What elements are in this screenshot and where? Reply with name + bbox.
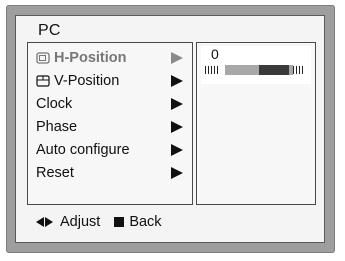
menu-item-phase[interactable]: Phase [30, 116, 190, 138]
h-position-slider[interactable] [205, 64, 309, 76]
menu-item-label: Reset [36, 165, 74, 181]
menu-item-clock[interactable]: Clock [30, 93, 190, 115]
arrow-left-icon [36, 217, 44, 227]
menu-item-label: H-Position [54, 50, 127, 66]
back-hint: Back [129, 214, 162, 230]
value-panel: 0 [196, 42, 316, 205]
menu-item-label: Clock [36, 96, 73, 112]
h-position-icon [36, 52, 50, 64]
adjust-hint: Adjust [60, 214, 101, 230]
h-position-value-box: 0 [201, 46, 311, 84]
osd-window: PC H-Position V-Position Clock Phase Aut… [15, 15, 325, 243]
menu-panel: H-Position V-Position Clock Phase Auto c… [27, 42, 193, 205]
menu-item-auto-configure[interactable]: Auto configure [30, 139, 190, 161]
button-hint-bar: Adjust Back [36, 214, 162, 230]
menu-item-label: Phase [36, 119, 78, 135]
h-position-value: 0 [211, 46, 219, 62]
arrow-right-icon [45, 217, 53, 227]
slider-track [225, 65, 293, 75]
slider-fill [259, 65, 289, 75]
menu-title: PC [38, 22, 61, 39]
menu-item-h-position[interactable]: H-Position [30, 47, 190, 69]
menu-item-label: V-Position [54, 73, 120, 89]
slider-ticks-right [293, 66, 303, 74]
v-position-icon [36, 75, 50, 87]
chevron-right-icon [171, 52, 183, 64]
chevron-right-icon [171, 121, 183, 133]
menu-item-label: Auto configure [36, 142, 130, 158]
square-stop-icon [114, 217, 125, 227]
chevron-right-icon [171, 144, 183, 156]
menu-item-v-position[interactable]: V-Position [30, 70, 190, 92]
chevron-right-icon [171, 75, 183, 87]
slider-ticks-left [205, 66, 218, 74]
chevron-right-icon [171, 98, 183, 110]
chevron-right-icon [171, 167, 183, 179]
menu-item-reset[interactable]: Reset [30, 162, 190, 184]
